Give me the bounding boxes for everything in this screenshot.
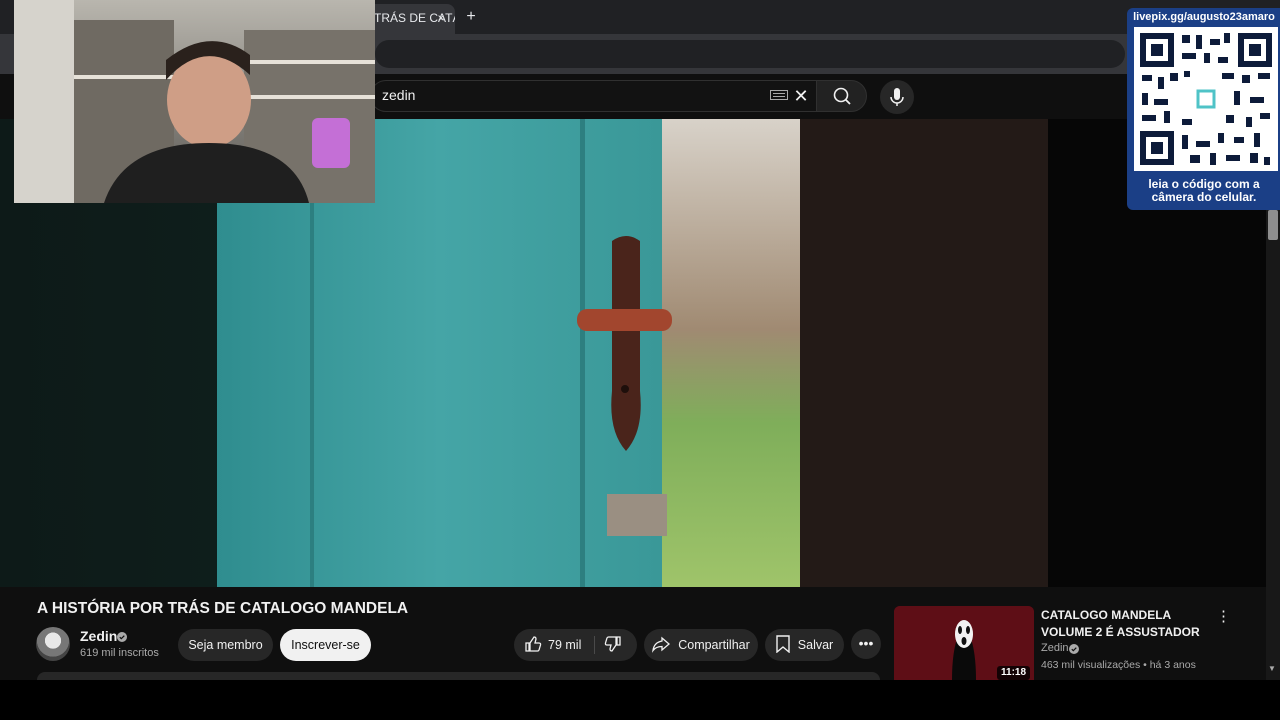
scroll-down-arrow[interactable]: ▼ bbox=[1268, 664, 1278, 674]
related-more-icon[interactable]: ⋮ bbox=[1216, 607, 1231, 627]
related-video-title[interactable]: CATALOGO MANDELA VOLUME 2 É ASSUSTADOR bbox=[1041, 607, 1211, 641]
like-icon[interactable] bbox=[524, 635, 542, 653]
streamer-webcam bbox=[14, 0, 375, 203]
share-icon bbox=[652, 636, 670, 653]
keyboard-icon[interactable] bbox=[770, 90, 788, 100]
description-box[interactable] bbox=[37, 672, 880, 680]
join-button[interactable]: Seja membro bbox=[178, 629, 273, 661]
dislike-icon[interactable] bbox=[604, 635, 622, 653]
verified-icon bbox=[1069, 644, 1079, 654]
mic-icon bbox=[890, 88, 904, 106]
subscriber-count: 619 mil inscritos bbox=[80, 647, 159, 659]
tab-close-icon[interactable]: × bbox=[432, 9, 450, 27]
search-icon bbox=[833, 87, 851, 105]
letterbox-bar bbox=[0, 680, 1280, 720]
webcam-image bbox=[14, 0, 375, 203]
clear-search-icon[interactable]: ✕ bbox=[792, 86, 810, 106]
video-title: A HISTÓRIA POR TRÁS DE CATALOGO MANDELA bbox=[37, 600, 409, 617]
like-count[interactable]: 79 mil bbox=[548, 629, 581, 661]
search-input[interactable] bbox=[370, 80, 816, 112]
verified-icon bbox=[117, 632, 127, 642]
video-duration: 11:18 bbox=[997, 666, 1031, 680]
scrollbar-thumb[interactable] bbox=[1268, 210, 1278, 240]
channel-name[interactable]: Zedin bbox=[80, 628, 117, 644]
search-button[interactable] bbox=[816, 80, 867, 112]
qr-url: livepix.gg/augusto23amaro bbox=[1133, 11, 1275, 23]
related-channel-name[interactable]: Zedin bbox=[1041, 642, 1069, 654]
qr-caption: leia o código com a câmera do celular. bbox=[1148, 177, 1260, 204]
search-query: zedin bbox=[382, 87, 416, 103]
like-divider bbox=[594, 636, 595, 654]
new-tab-icon[interactable]: + bbox=[461, 8, 481, 28]
qr-code-icon bbox=[1134, 27, 1278, 171]
channel-avatar[interactable] bbox=[36, 627, 70, 661]
subscribe-button[interactable]: Inscrever-se bbox=[280, 629, 371, 661]
save-icon bbox=[776, 635, 790, 653]
more-actions-button[interactable]: ••• bbox=[851, 629, 881, 659]
voice-search-button[interactable] bbox=[880, 80, 914, 114]
address-bar[interactable] bbox=[375, 40, 1125, 68]
related-video-meta: 463 mil visualizações • há 3 anos bbox=[1041, 659, 1196, 671]
